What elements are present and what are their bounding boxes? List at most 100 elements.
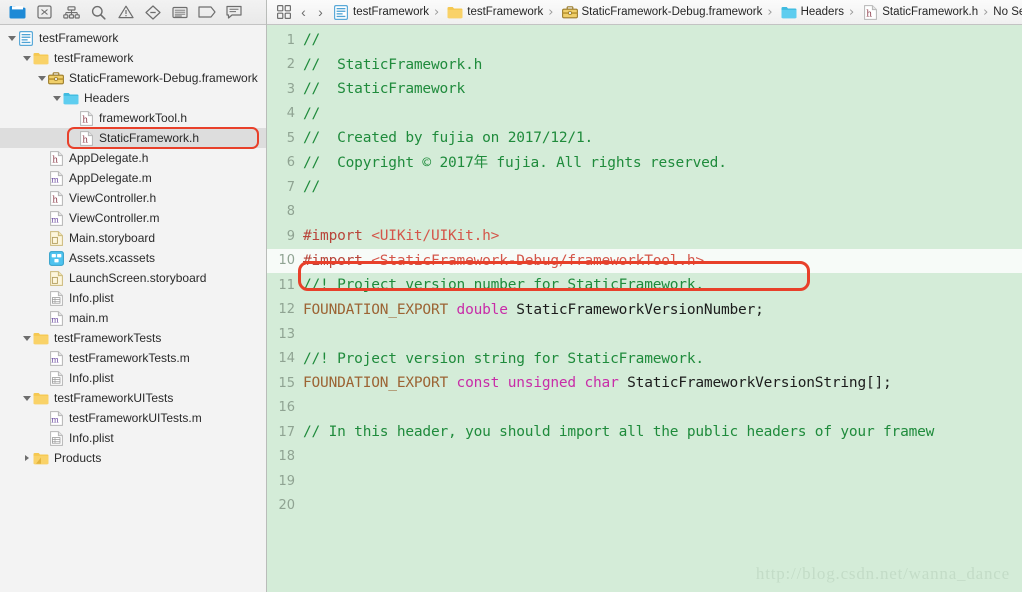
- tree-item-testframeworktests[interactable]: testFrameworkTests: [0, 328, 266, 348]
- navigate-forward-button[interactable]: ›: [312, 1, 329, 23]
- code-line[interactable]: 16: [267, 396, 1022, 421]
- tree-item-products[interactable]: Products: [0, 448, 266, 468]
- breadcrumb-separator-icon: ›: [548, 4, 554, 20]
- disclosure-triangle-closed-icon[interactable]: [21, 448, 33, 468]
- code-line[interactable]: 5 // Created by fujia on 2017/12/1.: [267, 126, 1022, 151]
- breadcrumb-item-label: StaticFramework-Debug.framework: [581, 6, 763, 18]
- disclosure-triangle-open-icon[interactable]: [6, 28, 18, 48]
- project-file-tree[interactable]: testFramework testFramework StaticFramewor…: [0, 25, 266, 592]
- token-comment: // Copyright © 2017年 fujia. All rights r…: [303, 154, 727, 171]
- tree-item-assets-xcassets[interactable]: Assets.xcassets: [0, 248, 266, 268]
- tree-item-testframework[interactable]: testFramework: [0, 28, 266, 48]
- code-line[interactable]: 2 // StaticFramework.h: [267, 53, 1022, 78]
- code-line[interactable]: 14 //! Project version string for StaticF…: [267, 347, 1022, 372]
- code-line[interactable]: 12 FOUNDATION_EXPORT double StaticFramewo…: [267, 298, 1022, 323]
- tree-item-info-plist[interactable]: Info.plist: [0, 288, 266, 308]
- code-line[interactable]: 4 //: [267, 102, 1022, 127]
- tree-item-info-plist[interactable]: Info.plist: [0, 428, 266, 448]
- tree-item-viewcontroller-m[interactable]: m ViewController.m: [0, 208, 266, 228]
- tree-item-main-storyboard[interactable]: Main.storyboard: [0, 228, 266, 248]
- header-file-icon: h: [78, 130, 94, 146]
- line-text: FOUNDATION_EXPORT const unsigned char St…: [303, 374, 892, 392]
- line-number: 9: [286, 228, 295, 244]
- code-line[interactable]: 11 //! Project version number for StaticF…: [267, 273, 1022, 298]
- code-line[interactable]: 10 #import <StaticFramework-Debug/framewo…: [267, 248, 1022, 273]
- token-comment: // In this header, you should import all…: [303, 424, 935, 441]
- tree-item-info-plist[interactable]: Info.plist: [0, 368, 266, 388]
- source-control-navigator-icon[interactable]: [31, 1, 58, 23]
- token-comment: //: [303, 105, 321, 122]
- breadcrumb-item-headers[interactable]: Headers: [777, 1, 845, 23]
- code-line[interactable]: 6 // Copyright © 2017年 fujia. All rights …: [267, 151, 1022, 176]
- token-pre: #import: [303, 228, 372, 245]
- code-line[interactable]: 17 // In this header, you should import a…: [267, 420, 1022, 445]
- disclosure-triangle-open-icon[interactable]: [21, 388, 33, 408]
- breadcrumb-item-testframework[interactable]: testFramework: [443, 1, 544, 23]
- tree-item-testframeworkuitests[interactable]: testFrameworkUITests: [0, 388, 266, 408]
- tree-item-label: AppDelegate.h: [69, 151, 149, 165]
- breadcrumb-item-no-se[interactable]: No Se: [992, 1, 1022, 23]
- tree-item-frameworktool-h[interactable]: h frameworkTool.h: [0, 108, 266, 128]
- token-comment: //: [303, 32, 321, 49]
- svg-text:h: h: [866, 9, 872, 19]
- debug-navigator-icon[interactable]: [166, 1, 193, 23]
- find-navigator-icon[interactable]: [85, 1, 112, 23]
- code-line[interactable]: 18: [267, 445, 1022, 470]
- folder-yellow-icon: [33, 50, 49, 66]
- implementation-file-icon: m: [48, 410, 64, 426]
- disclosure-triangle-open-icon[interactable]: [36, 68, 48, 88]
- tree-item-label: testFramework: [39, 31, 119, 45]
- tree-item-label: Info.plist: [69, 431, 114, 445]
- project-navigator-icon[interactable]: [4, 1, 31, 23]
- tree-item-appdelegate-h[interactable]: h AppDelegate.h: [0, 148, 266, 168]
- code-line[interactable]: 7 //: [267, 175, 1022, 200]
- header-file-icon: h: [48, 190, 64, 206]
- tree-item-main-m[interactable]: m main.m: [0, 308, 266, 328]
- tree-item-launchscreen-storyboard[interactable]: LaunchScreen.storyboard: [0, 268, 266, 288]
- code-line[interactable]: 1 //: [267, 28, 1022, 53]
- navigate-back-button[interactable]: ‹: [295, 1, 312, 23]
- token-macro: FOUNDATION_EXPORT: [303, 375, 457, 392]
- code-line[interactable]: 20: [267, 494, 1022, 519]
- test-navigator-icon[interactable]: [139, 1, 166, 23]
- code-line[interactable]: 19: [267, 469, 1022, 494]
- tree-item-staticframework-debug-framework[interactable]: StaticFramework-Debug.framework: [0, 68, 266, 88]
- tree-item-headers[interactable]: Headers: [0, 88, 266, 108]
- source-code-editor[interactable]: 1 // 2 // StaticFramework.h 3 // StaticFramew…: [267, 25, 1022, 592]
- code-line[interactable]: 3 // StaticFramework: [267, 77, 1022, 102]
- disclosure-triangle-open-icon[interactable]: [21, 48, 33, 68]
- code-line[interactable]: 8: [267, 200, 1022, 225]
- breadcrumb-separator-icon: ›: [849, 4, 855, 20]
- token-comment: // StaticFramework.h: [303, 56, 483, 73]
- token-comment: //: [303, 179, 321, 196]
- tree-item-label: AppDelegate.m: [69, 171, 152, 185]
- tree-item-appdelegate-m[interactable]: m AppDelegate.m: [0, 168, 266, 188]
- triangle-glyph: [23, 55, 31, 61]
- tree-item-staticframework-h[interactable]: h StaticFramework.h: [0, 128, 266, 148]
- symbol-navigator-icon[interactable]: [58, 1, 85, 23]
- tree-item-testframeworkuitests-m[interactable]: m testFrameworkUITests.m: [0, 408, 266, 428]
- line-number: 20: [278, 498, 295, 514]
- report-navigator-icon[interactable]: [220, 1, 247, 23]
- svg-text:h: h: [52, 155, 58, 165]
- triangle-glyph: [23, 335, 31, 341]
- code-line[interactable]: 13: [267, 322, 1022, 347]
- breakpoint-navigator-icon[interactable]: [193, 1, 220, 23]
- breadcrumb: testFramework › testFramework › StaticFramew…: [329, 1, 1022, 23]
- plist-file-icon: [48, 290, 64, 306]
- line-text: // In this header, you should import all…: [303, 423, 934, 441]
- disclosure-triangle-open-icon[interactable]: [21, 328, 33, 348]
- code-line[interactable]: 9 #import <UIKit/UIKit.h>: [267, 224, 1022, 249]
- code-line[interactable]: 15 FOUNDATION_EXPORT const unsigned char …: [267, 371, 1022, 396]
- tree-item-label: StaticFramework.h: [99, 131, 200, 145]
- tree-item-testframeworktests-m[interactable]: m testFrameworkTests.m: [0, 348, 266, 368]
- breadcrumb-item-staticframework-h[interactable]: h StaticFramework.h: [858, 1, 979, 23]
- related-items-icon[interactable]: [273, 1, 295, 23]
- breadcrumb-item-testframework[interactable]: testFramework: [329, 1, 430, 23]
- disclosure-triangle-open-icon[interactable]: [51, 88, 63, 108]
- token-pre: #import: [303, 252, 372, 269]
- tree-item-testframework[interactable]: testFramework: [0, 48, 266, 68]
- breadcrumb-item-staticframework-debug-framework[interactable]: StaticFramework-Debug.framework: [558, 1, 764, 23]
- tree-item-viewcontroller-h[interactable]: h ViewController.h: [0, 188, 266, 208]
- issue-navigator-icon[interactable]: [112, 1, 139, 23]
